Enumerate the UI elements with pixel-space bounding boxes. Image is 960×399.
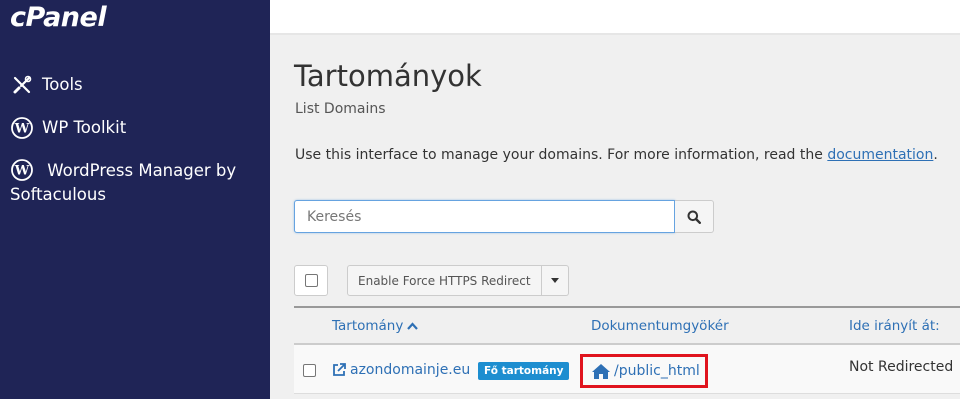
select-all-checkbox[interactable]: [294, 265, 328, 296]
docroot-link[interactable]: /public_html: [580, 354, 708, 388]
column-header-docroot[interactable]: Dokumentumgyökér: [591, 318, 729, 334]
svg-text:W: W: [14, 122, 30, 137]
sidebar: cPanel Tools W WP Toolkit W WordPress Ma…: [0, 0, 270, 399]
wordpress-icon: W: [10, 116, 34, 140]
home-icon: [591, 363, 611, 380]
column-header-domain[interactable]: Tartomány: [332, 318, 419, 334]
search-input[interactable]: [294, 200, 675, 233]
svg-text:W: W: [14, 164, 30, 179]
page-title: Tartományok: [294, 59, 482, 93]
domain-link[interactable]: azondomainje.eu: [332, 362, 470, 378]
external-link-icon: [332, 363, 346, 377]
page-subtitle: List Domains: [295, 101, 386, 117]
domains-table: Tartomány Dokumentumgyökér Ide irányít á…: [294, 306, 960, 394]
cpanel-logo[interactable]: cPanel: [10, 2, 107, 33]
sidebar-item-label: Tools: [42, 75, 83, 94]
checkbox[interactable]: [304, 274, 318, 287]
wordpress-icon: W: [10, 158, 34, 182]
intro-end: .: [933, 147, 938, 163]
column-label: Tartomány: [332, 318, 404, 334]
docroot-path: /public_html: [614, 363, 700, 379]
main-content: Tartományok List Domains Use this interf…: [270, 37, 960, 399]
row-checkbox[interactable]: [303, 364, 316, 377]
enable-https-redirect-button[interactable]: Enable Force HTTPS Redirect: [347, 265, 542, 296]
top-bar: [270, 0, 960, 35]
intro-sentence: Use this interface to manage your domain…: [295, 147, 828, 163]
https-redirect-group: Enable Force HTTPS Redirect: [347, 265, 569, 296]
sidebar-item-label: WordPress Manager by Softaculous: [10, 161, 237, 204]
sort-ascending-icon: [407, 322, 419, 330]
caret-down-icon: [550, 278, 559, 283]
documentation-link[interactable]: documentation: [827, 147, 933, 163]
sidebar-item-tools[interactable]: Tools: [10, 73, 83, 97]
sidebar-item-wordpress-manager[interactable]: W WordPress Manager by Softaculous: [10, 158, 260, 207]
sidebar-item-label: WP Toolkit: [42, 118, 127, 137]
sidebar-item-wp-toolkit[interactable]: W WP Toolkit: [10, 116, 126, 140]
domain-name: azondomainje.eu: [350, 362, 471, 378]
search-button[interactable]: [675, 200, 714, 233]
https-dropdown-toggle[interactable]: [541, 265, 569, 296]
redirect-status: Not Redirected: [849, 359, 954, 375]
primary-domain-badge: Fő tartomány: [478, 362, 570, 380]
tools-icon: [10, 73, 34, 97]
search-icon: [687, 210, 701, 224]
column-header-redirect[interactable]: Ide irányít át:: [849, 318, 940, 334]
table-row: azondomainje.eu Fő tartomány /public_htm…: [294, 345, 960, 394]
table-header: Tartomány Dokumentumgyökér Ide irányít á…: [294, 306, 960, 345]
intro-text: Use this interface to manage your domain…: [295, 147, 938, 163]
